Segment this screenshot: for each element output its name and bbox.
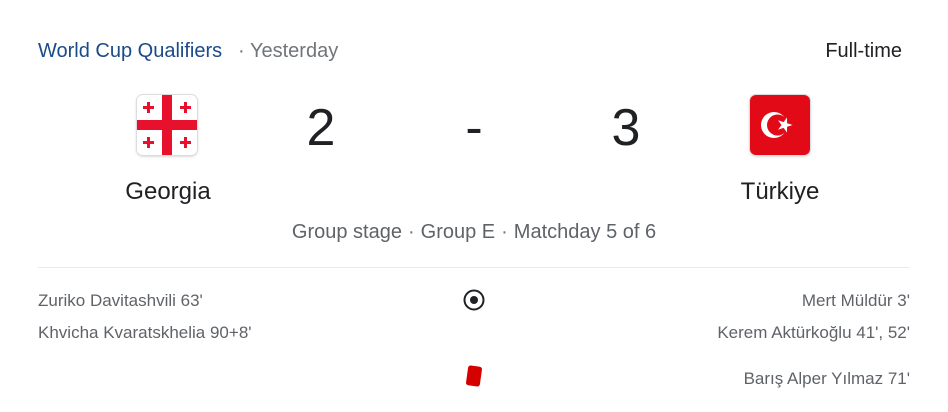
match-stage: Group stage · Group E · Matchday 5 of 6 [0,221,948,244]
match-status: Full-time [825,40,902,62]
georgia-flag-icon[interactable] [137,95,197,155]
home-team-name[interactable]: Georgia [68,178,268,206]
away-goal-scorer: Mert Müldür 3' [801,291,910,310]
home-goal-scorer: Khvicha Kvaratskhelia 90+8' [38,323,252,342]
match-date: Yesterday [250,40,339,62]
away-goal-scorer: Kerem Aktürkoğlu 41', 52' [717,323,910,342]
matchday-label: Matchday 5 of 6 [513,221,657,243]
away-red-card-player: Barış Alper Yılmaz 71' [743,369,910,388]
divider [38,267,910,268]
stage-separator: · [407,221,415,243]
score-separator: - [465,99,483,157]
home-goal-scorer: Zuriko Davitashvili 63' [38,291,203,310]
stage-separator: · [501,221,508,243]
stage-label: Group stage [291,221,402,243]
header-separator: · [238,40,245,62]
home-score: 2 [306,99,336,157]
match-header: World Cup Qualifiers · Yesterday Full-ti… [38,40,902,66]
red-card-icon [462,364,486,388]
away-team-name[interactable]: Türkiye [680,178,880,206]
turkey-flag-icon[interactable] [750,95,810,155]
soccer-ball-icon [463,289,485,311]
group-label: Group E [420,221,496,243]
away-score: 3 [611,99,641,157]
competition-link[interactable]: World Cup Qualifiers [38,40,222,63]
